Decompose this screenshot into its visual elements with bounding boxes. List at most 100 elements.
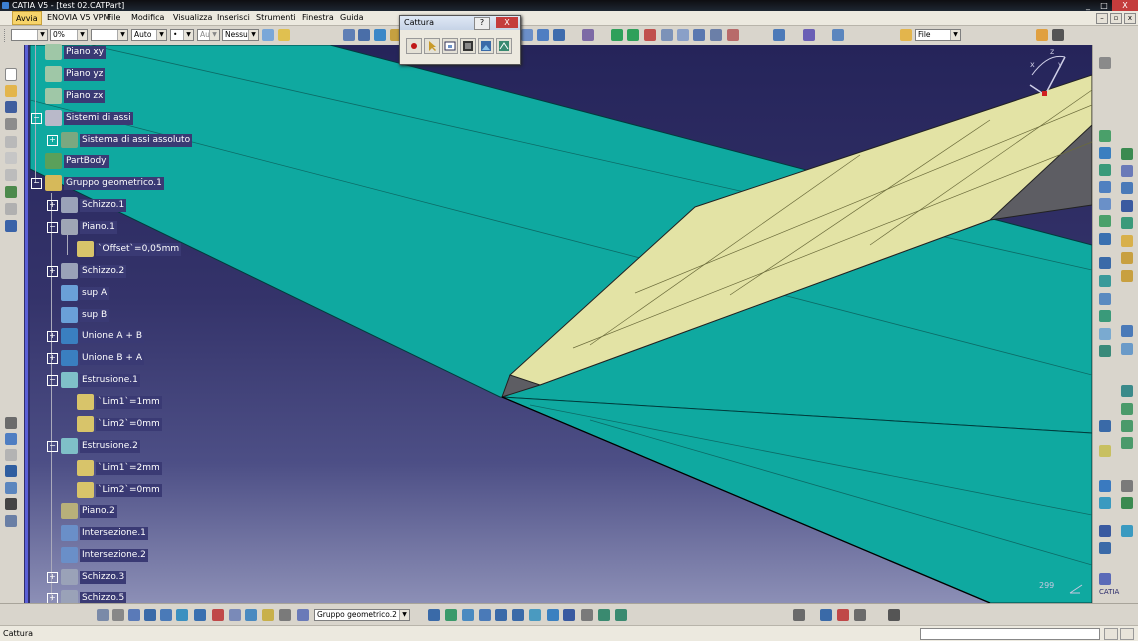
axis-tool-icon[interactable] (128, 609, 140, 621)
symmetry-icon[interactable] (1121, 437, 1133, 449)
macro-icon[interactable] (582, 29, 594, 41)
record-dot-icon[interactable] (406, 38, 422, 54)
fly-icon[interactable] (428, 609, 440, 621)
snap-icon[interactable] (644, 29, 656, 41)
iso-view-icon[interactable] (563, 609, 575, 621)
collapse-icon[interactable]: − (47, 222, 58, 233)
measure-icon[interactable] (521, 29, 533, 41)
offset-surface-icon[interactable] (1099, 328, 1111, 340)
painter-icon[interactable] (262, 29, 274, 41)
split-icon[interactable] (1121, 270, 1133, 282)
rotate-icon[interactable] (358, 29, 370, 41)
analysis-icon[interactable] (5, 515, 17, 527)
refresh-icon[interactable] (97, 609, 109, 621)
capture-3d-icon[interactable] (460, 38, 476, 54)
minimize-button[interactable]: _ (1080, 0, 1096, 11)
menu-avvia[interactable]: Avvia (12, 11, 42, 25)
revolve-icon[interactable] (1099, 275, 1111, 287)
zoom-in-icon[interactable] (495, 609, 507, 621)
extract-icon[interactable] (1121, 343, 1133, 355)
copy-icon[interactable] (5, 152, 17, 164)
folder-icon[interactable] (900, 29, 912, 41)
collapse-icon[interactable]: − (31, 113, 42, 124)
redo-icon[interactable] (5, 203, 17, 215)
coordinate-icon[interactable] (1121, 165, 1133, 177)
power-input-field[interactable] (920, 628, 1100, 640)
translate-icon[interactable] (1121, 403, 1133, 415)
set-icon[interactable] (297, 609, 309, 621)
fillet-icon[interactable] (1121, 385, 1133, 397)
knowledge-icon[interactable] (5, 449, 17, 461)
new-file-icon[interactable] (5, 68, 17, 81)
capture-album-icon[interactable] (496, 38, 512, 54)
cut-bottom-icon[interactable] (212, 609, 224, 621)
swap-space-icon[interactable] (615, 609, 627, 621)
formula-icon[interactable] (5, 417, 17, 429)
sketch-tool-icon[interactable] (1099, 57, 1111, 69)
intersection-tool-icon[interactable] (1099, 198, 1111, 210)
measure-tool-icon[interactable] (1099, 420, 1111, 432)
expand-icon[interactable]: + (47, 266, 58, 277)
collapse-icon[interactable]: − (31, 178, 42, 189)
check-icon[interactable] (1121, 497, 1133, 509)
menu-visualizza[interactable]: Visualizza (173, 11, 212, 25)
box-icon[interactable] (1121, 480, 1133, 492)
tool-dot-icon[interactable] (343, 29, 355, 41)
expand-icon[interactable]: + (47, 331, 58, 342)
file-combo[interactable]: File ▼ (915, 29, 961, 41)
constraint-icon[interactable] (727, 29, 739, 41)
sweep-icon[interactable] (1099, 293, 1111, 305)
close-window-button[interactable]: X (1112, 0, 1138, 11)
hand-icon[interactable] (112, 609, 124, 621)
point-tool-icon[interactable] (1099, 130, 1111, 142)
capture-window-icon[interactable] (442, 38, 458, 54)
print-icon[interactable] (5, 118, 17, 130)
brush-icon[interactable] (278, 29, 290, 41)
tree-icon[interactable] (5, 482, 17, 494)
grid-icon[interactable] (1121, 200, 1133, 212)
expand-icon[interactable]: + (47, 200, 58, 211)
what-is-icon[interactable] (553, 29, 565, 41)
camera-icon[interactable] (888, 609, 900, 621)
paste-icon[interactable] (5, 169, 17, 181)
cattura-titlebar[interactable]: Cattura ? X (400, 16, 520, 30)
shading-icon[interactable] (581, 609, 593, 621)
swap-icon[interactable] (279, 609, 291, 621)
line-thickness-combo[interactable]: Auto ▼ (131, 29, 167, 41)
menu-strumenti[interactable]: Strumenti (256, 11, 296, 25)
collapse-icon[interactable]: − (47, 441, 58, 452)
normal-view-icon[interactable] (529, 609, 541, 621)
layer-tool-icon[interactable] (1121, 217, 1133, 229)
rotate-view-icon[interactable] (479, 609, 491, 621)
expand-icon[interactable]: + (47, 353, 58, 364)
comment-icon[interactable] (5, 433, 17, 445)
multi-view-icon[interactable] (547, 609, 559, 621)
rotate-tool-icon[interactable] (1121, 420, 1133, 432)
spline-icon[interactable] (1099, 233, 1111, 245)
grid-bottom-icon[interactable] (160, 609, 172, 621)
cut-icon[interactable] (5, 136, 17, 148)
table-icon[interactable] (5, 465, 17, 477)
zoom-out-icon[interactable] (512, 609, 524, 621)
help-icon[interactable] (5, 220, 17, 232)
close-tool-icon[interactable] (1052, 29, 1064, 41)
globe-icon[interactable] (1121, 148, 1133, 160)
status-mini-button-1[interactable] (1104, 628, 1118, 640)
cube-icon[interactable] (803, 29, 815, 41)
fit-all-icon[interactable] (445, 609, 457, 621)
line-tool-icon[interactable] (1099, 147, 1111, 159)
menu-modifica[interactable]: Modifica (131, 11, 164, 25)
tile-icon[interactable] (820, 609, 832, 621)
current-set-combo[interactable]: Gruppo geometrico.2 ▼ (314, 609, 410, 621)
menu-finestra[interactable]: Finestra (302, 11, 334, 25)
move-alt-icon[interactable] (627, 29, 639, 41)
circle-shape-icon[interactable] (1099, 525, 1111, 537)
plane-tool-icon[interactable] (1099, 164, 1111, 176)
folder-tool-icon[interactable] (1121, 235, 1133, 247)
layer-short-combo[interactable]: Aut ▼ (197, 29, 220, 41)
expand-icon[interactable]: + (47, 135, 58, 146)
doc-close-button[interactable]: x (1124, 13, 1136, 24)
linetype-combo[interactable]: ▼ (91, 29, 128, 41)
trim-icon[interactable] (1121, 252, 1133, 264)
hide-show-icon[interactable] (262, 609, 274, 621)
